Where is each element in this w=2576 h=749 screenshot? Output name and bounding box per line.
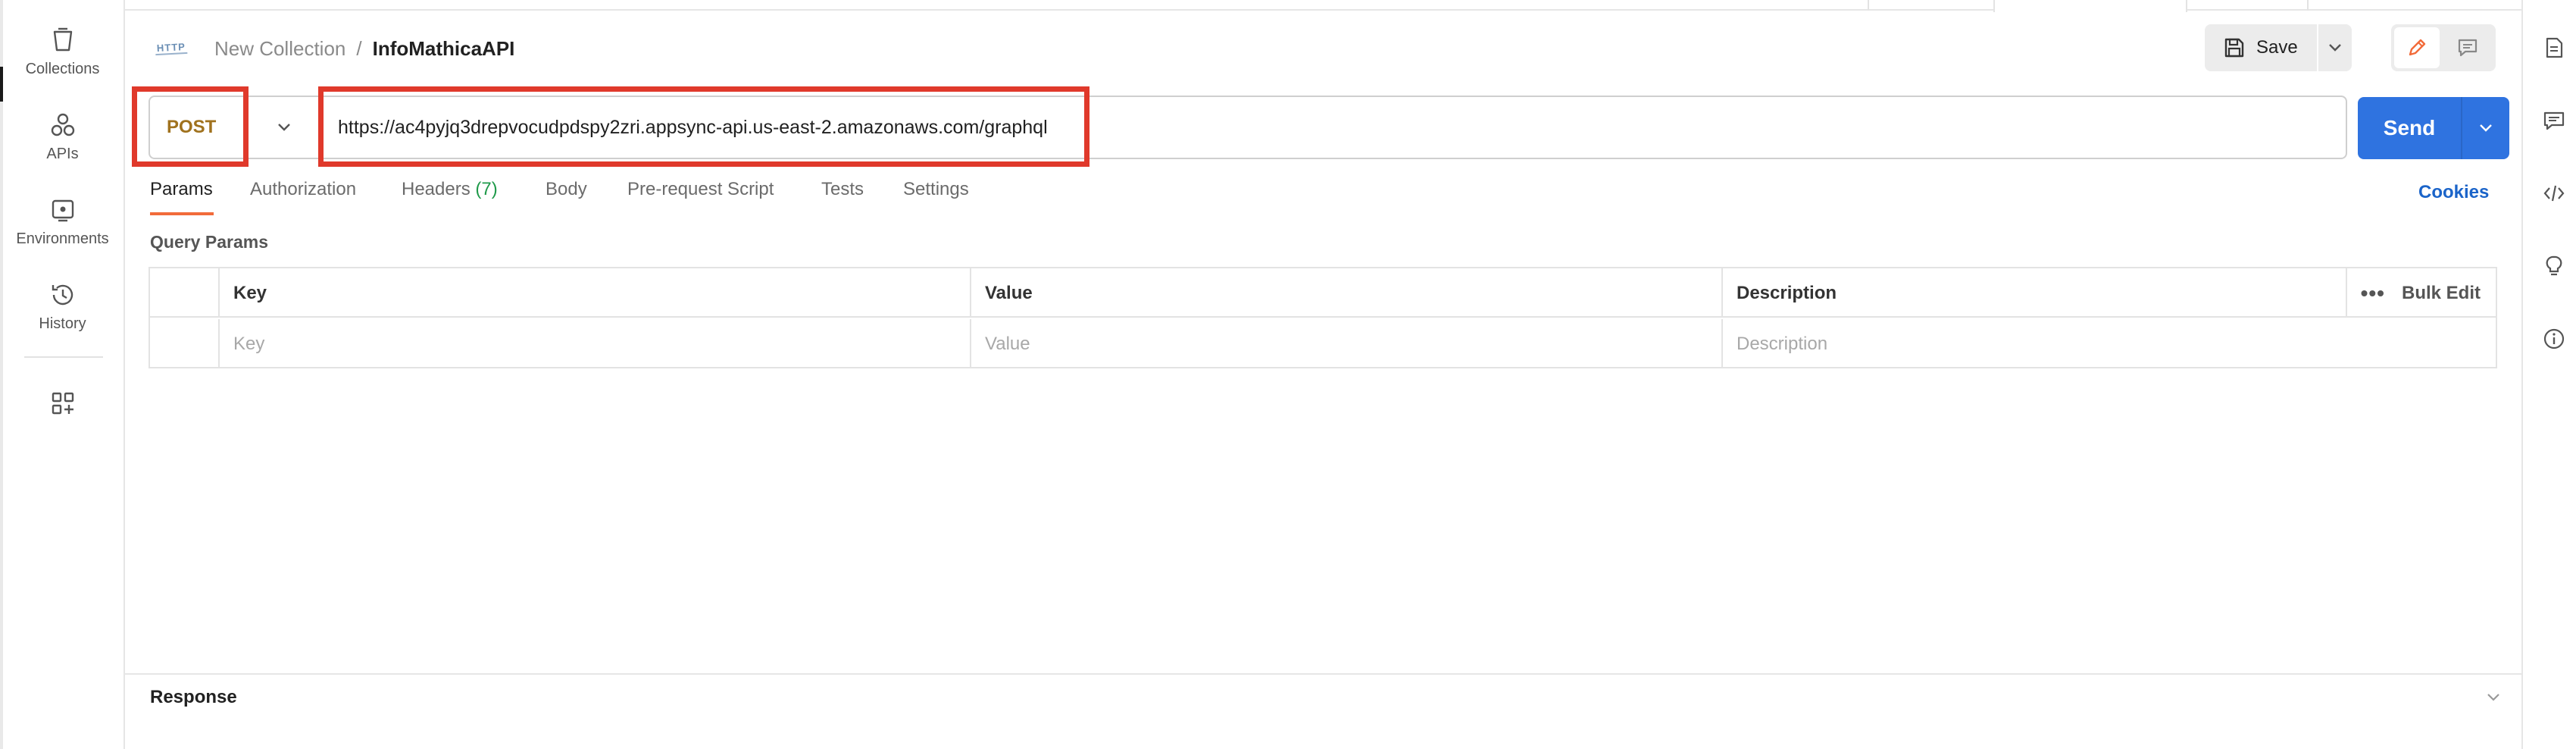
checkbox-column-header (150, 268, 218, 318)
tab-params[interactable]: Params (150, 179, 213, 200)
mode-toggle (2391, 24, 2496, 71)
environments-icon (52, 199, 73, 222)
response-title[interactable]: Response (150, 687, 237, 708)
cookies-link[interactable]: Cookies (2418, 182, 2489, 203)
headers-count: (7) (475, 179, 498, 199)
column-header-value: Value (970, 268, 1721, 318)
collections-icon (53, 27, 72, 52)
tab-separator (2307, 0, 2309, 11)
tab-tests[interactable]: Tests (821, 179, 864, 200)
save-button[interactable]: Save (2205, 24, 2317, 71)
history-icon (52, 284, 73, 306)
tab-headers-label: Headers (402, 179, 470, 199)
sidebar-item-label: History (39, 315, 86, 332)
chevron-down-icon (2329, 44, 2341, 52)
left-sidebar: Collections APIs Environments History (0, 0, 125, 749)
active-request-tab[interactable] (1993, 0, 2187, 12)
table-row: Key Value Description (150, 319, 2496, 368)
lightbulb-icon[interactable] (2543, 255, 2565, 277)
postman-app: Collections APIs Environments History HT… (0, 0, 2576, 749)
description-input[interactable]: Description (1721, 319, 2496, 368)
row-checkbox-cell (150, 319, 218, 368)
tab-headers[interactable]: Headers (7) (402, 179, 498, 200)
sidebar-item-collections[interactable]: Collections (0, 27, 125, 78)
request-name[interactable]: InfoMathicaAPI (373, 37, 515, 61)
tab-strip (125, 0, 2523, 12)
sidebar-item-label: APIs (46, 146, 79, 162)
sidebar-item-label: Collections (25, 61, 100, 77)
send-label: Send (2383, 116, 2436, 139)
send-button[interactable]: Send (2358, 97, 2461, 159)
column-header-description: Description (1721, 268, 2346, 318)
chevron-down-icon (278, 124, 290, 131)
bulk-edit-group: ••• Bulk Edit (2361, 268, 2481, 318)
chevron-down-icon (2480, 124, 2492, 132)
apis-icon (51, 113, 74, 136)
key-input[interactable]: Key (218, 319, 970, 368)
method-label: POST (167, 117, 217, 137)
breadcrumb-collection[interactable]: New Collection (214, 37, 345, 61)
tab-body[interactable]: Body (546, 179, 587, 200)
breadcrumb-separator: / (356, 36, 362, 60)
url-input[interactable]: https://ac4pyjq3drepvocudpdspy2zri.appsy… (338, 97, 1048, 158)
tab-separator (1868, 0, 1869, 11)
bulk-edit-button[interactable]: Bulk Edit (2402, 283, 2481, 304)
comment-mode-button[interactable] (2444, 27, 2491, 68)
edit-mode-button[interactable] (2394, 27, 2440, 68)
code-icon[interactable] (2543, 182, 2565, 205)
chevron-down-icon[interactable] (2485, 687, 2502, 708)
send-options-button[interactable] (2462, 97, 2509, 159)
value-input[interactable]: Value (970, 319, 1721, 368)
column-header-key: Key (218, 268, 970, 318)
method-select[interactable]: POST (150, 97, 320, 158)
comment-icon (2458, 39, 2478, 57)
breadcrumb: HTTP New Collection / InfoMathicaAPI (155, 33, 514, 64)
comments-icon[interactable] (2543, 109, 2565, 132)
sidebar-item-add-workspace[interactable] (0, 391, 125, 423)
response-divider (125, 673, 2523, 675)
sidebar-item-environments[interactable]: Environments (0, 199, 125, 248)
request-url-bar: POST https://ac4pyjq3drepvocudpdspy2zri.… (148, 96, 2347, 159)
tab-pre-request-script[interactable]: Pre-request Script (627, 179, 774, 200)
sidebar-item-label: Environments (16, 230, 109, 247)
tab-settings[interactable]: Settings (903, 179, 969, 200)
sidebar-item-history[interactable]: History (0, 282, 125, 333)
info-icon[interactable] (2543, 327, 2565, 350)
save-options-button[interactable] (2318, 24, 2352, 71)
http-icon: HTTP (155, 41, 188, 56)
sidebar-divider (24, 356, 103, 358)
save-icon (2224, 38, 2244, 58)
tab-authorization[interactable]: Authorization (250, 179, 356, 200)
query-params-table: Key Value Description ••• Bulk Edit Key … (148, 267, 2497, 368)
pencil-icon (2409, 39, 2426, 56)
documentation-icon[interactable] (2543, 36, 2565, 59)
more-options-icon[interactable]: ••• (2361, 281, 2385, 306)
add-workspace-grid-icon (52, 392, 73, 415)
table-header-row: Key Value Description ••• Bulk Edit (150, 268, 2496, 318)
right-rail (2521, 0, 2576, 749)
query-params-title: Query Params (150, 232, 268, 252)
active-tab-indicator (150, 212, 214, 215)
sidebar-item-apis[interactable]: APIs (0, 112, 125, 163)
save-label: Save (2256, 37, 2298, 58)
bulk-edit-cell: ••• Bulk Edit (2346, 268, 2496, 318)
